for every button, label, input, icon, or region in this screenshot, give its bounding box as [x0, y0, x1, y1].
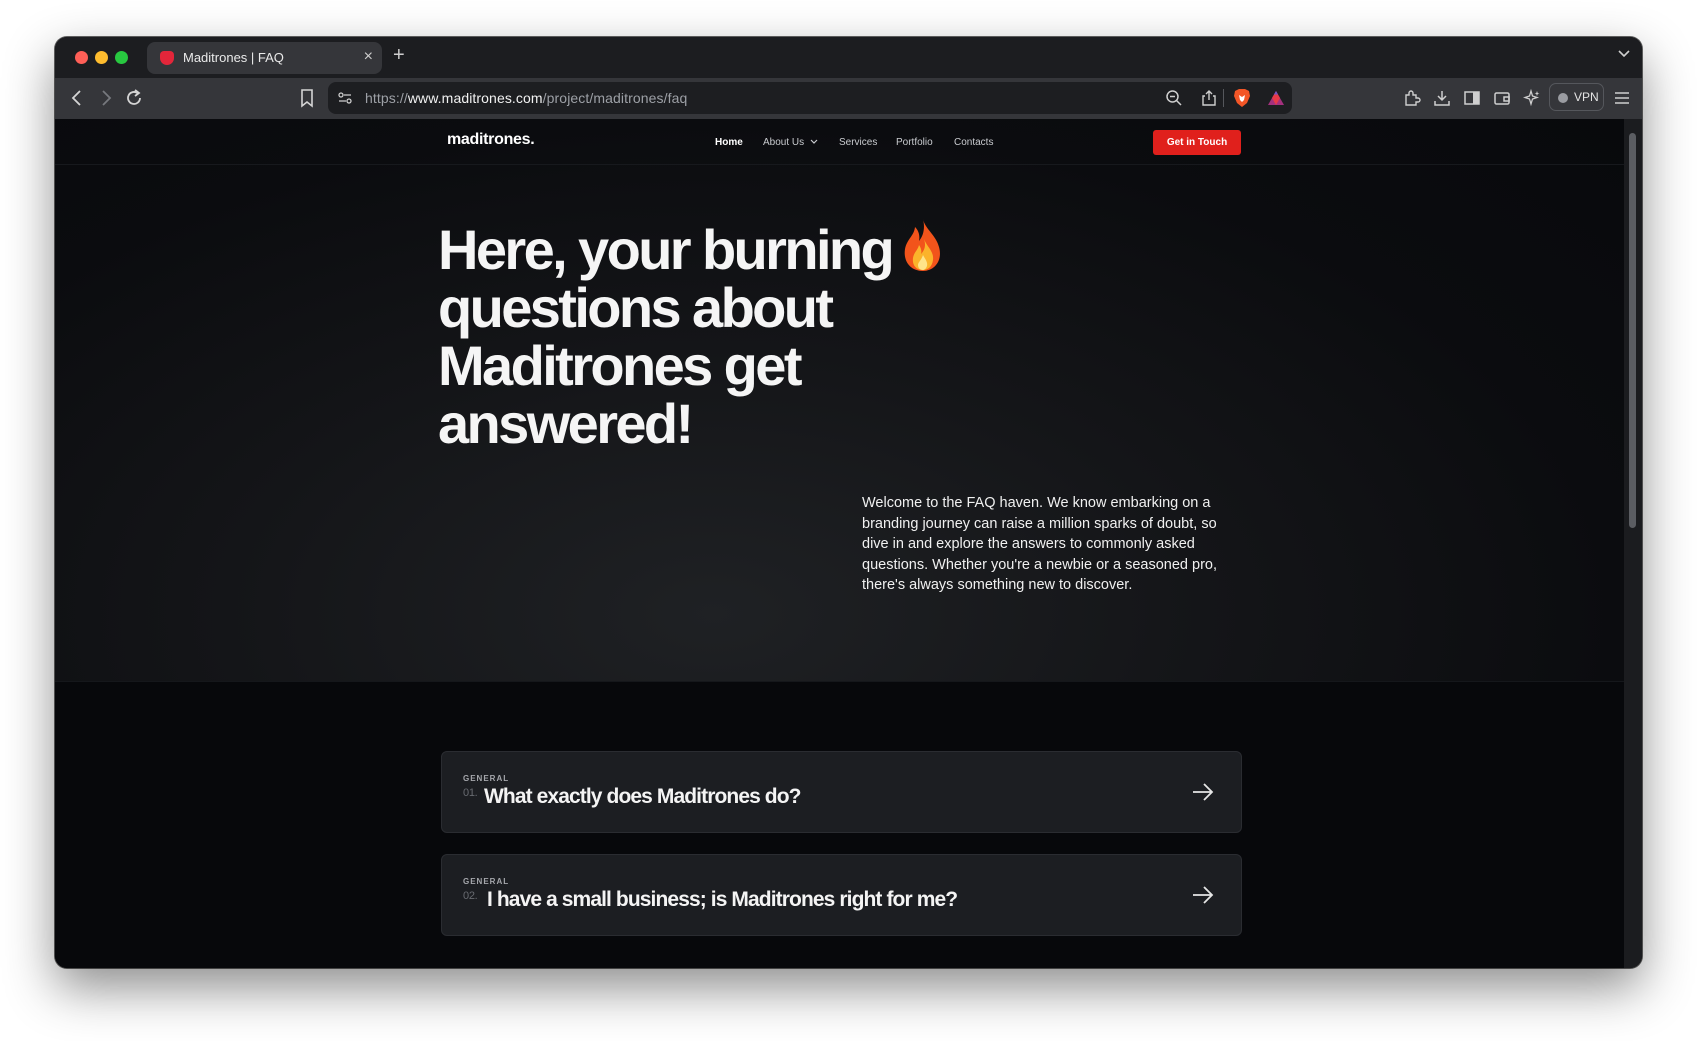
- faq-question: What exactly does Maditrones do?: [484, 785, 801, 808]
- nav-services[interactable]: Services: [839, 137, 877, 148]
- wallet-icon[interactable]: [1492, 88, 1512, 113]
- web-page: maditrones. Home About Us Services Portf…: [55, 119, 1624, 968]
- chevron-down-icon: [810, 139, 818, 144]
- faq-number: 02.: [463, 890, 478, 902]
- reload-icon[interactable]: [122, 86, 146, 110]
- faq-item[interactable]: GENERAL 01. What exactly does Maditrones…: [441, 751, 1242, 833]
- address-bar[interactable]: https://www.maditrones.com/project/madit…: [328, 82, 1292, 114]
- back-icon[interactable]: [65, 86, 89, 110]
- site-navbar: maditrones. Home About Us Services Portf…: [55, 119, 1624, 165]
- brave-rewards-icon[interactable]: [1267, 89, 1285, 112]
- forward-icon[interactable]: [94, 86, 118, 110]
- downloads-icon[interactable]: [1432, 88, 1452, 113]
- nav-contacts[interactable]: Contacts: [954, 137, 993, 148]
- url-prefix: https://: [365, 90, 408, 106]
- toolbar-divider: [1223, 89, 1224, 107]
- new-tab-button[interactable]: +: [393, 44, 405, 67]
- extensions-icon[interactable]: [1402, 88, 1422, 113]
- zoom-icon[interactable]: [1165, 89, 1183, 112]
- browser-tab[interactable]: Maditrones | FAQ ×: [147, 42, 382, 74]
- share-icon[interactable]: [1200, 89, 1218, 112]
- headline-line-1: Here, your burning: [438, 218, 895, 281]
- arrow-right-icon[interactable]: [1191, 883, 1215, 912]
- hero-divider: [55, 681, 1624, 682]
- minimize-window-button[interactable]: [95, 51, 108, 64]
- site-logo[interactable]: maditrones.: [447, 131, 535, 149]
- tab-strip: Maditrones | FAQ × +: [55, 37, 1642, 78]
- fire-icon: [904, 219, 941, 271]
- browser-toolbar: https://www.maditrones.com/project/madit…: [55, 78, 1642, 119]
- headline-line-4: answered!: [438, 392, 694, 455]
- intro-paragraph: Welcome to the FAQ haven. We know embark…: [862, 495, 1218, 594]
- arrow-right-icon[interactable]: [1191, 780, 1215, 809]
- headline-line-2: questions about: [438, 276, 834, 339]
- nav-about-us[interactable]: About Us: [763, 137, 818, 148]
- nav-about-label: About Us: [763, 137, 805, 148]
- close-tab-icon[interactable]: ×: [364, 48, 373, 66]
- browser-window: Maditrones | FAQ × + https://www.maditro…: [55, 37, 1642, 968]
- faq-category: GENERAL: [463, 774, 510, 783]
- vpn-status-icon: [1558, 93, 1568, 103]
- sidebar-icon[interactable]: [1462, 88, 1482, 113]
- zoom-window-button[interactable]: [115, 51, 128, 64]
- headline-line-3: Maditrones get: [438, 334, 802, 397]
- faq-item[interactable]: GENERAL 02. I have a small business; is …: [441, 854, 1242, 936]
- get-in-touch-button[interactable]: Get in Touch: [1153, 130, 1241, 155]
- faq-category: GENERAL: [463, 877, 510, 886]
- leo-ai-icon[interactable]: [1522, 88, 1542, 113]
- scrollbar-thumb[interactable]: [1629, 133, 1636, 528]
- url-path: /project/maditrones/faq: [542, 90, 688, 106]
- favicon-icon: [160, 51, 174, 65]
- url-text: https://www.maditrones.com/project/madit…: [365, 90, 687, 106]
- page-headline: Here, your burning questions about Madit…: [438, 217, 998, 453]
- bookmark-icon[interactable]: [295, 86, 319, 110]
- faq-question: I have a small business; is Maditrones r…: [487, 888, 958, 911]
- brave-shields-icon[interactable]: [1233, 88, 1251, 113]
- close-window-button[interactable]: [75, 51, 88, 64]
- tab-list-chevron-icon[interactable]: [1618, 47, 1630, 61]
- nav-portfolio[interactable]: Portfolio: [896, 137, 933, 148]
- faq-number: 01.: [463, 787, 478, 799]
- vpn-label: VPN: [1574, 90, 1599, 104]
- url-host: www.maditrones.com: [407, 90, 543, 106]
- main-menu-icon[interactable]: [1613, 89, 1631, 112]
- site-settings-icon[interactable]: [337, 90, 353, 111]
- page-scrollbar[interactable]: [1624, 119, 1642, 968]
- vpn-button[interactable]: VPN: [1549, 83, 1604, 111]
- nav-home[interactable]: Home: [715, 137, 743, 148]
- tab-title: Maditrones | FAQ: [183, 50, 284, 65]
